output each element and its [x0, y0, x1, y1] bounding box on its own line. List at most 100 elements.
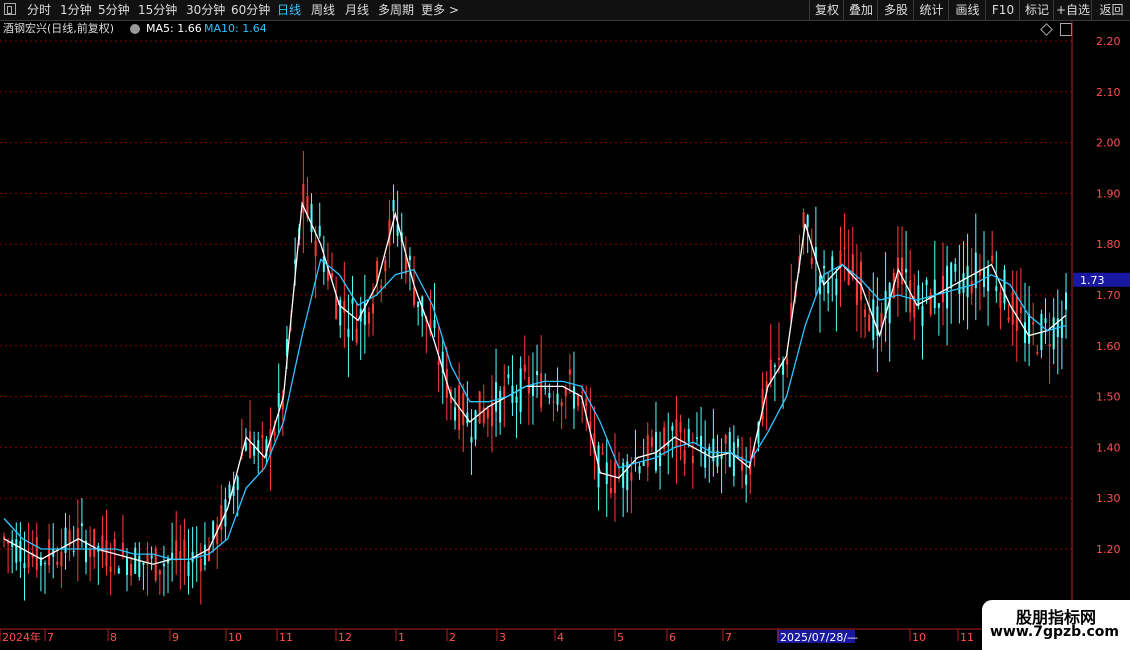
y-tick-label: 1.80: [1096, 238, 1121, 251]
candle-body: [351, 298, 354, 304]
candle-body: [60, 551, 63, 567]
toolbar-button-7[interactable]: +自选: [1053, 0, 1092, 20]
candle-body: [585, 398, 588, 407]
candle-body: [728, 431, 731, 467]
period-tab-7[interactable]: 周线: [311, 0, 335, 20]
candle-body: [408, 255, 411, 261]
period-tab-10[interactable]: 更多 >: [421, 0, 459, 20]
y-tick-label: 1.70: [1096, 289, 1121, 302]
candle-body: [687, 428, 690, 442]
x-tick-label: 2025/07/28/—: [780, 631, 858, 644]
candle-body: [347, 328, 350, 337]
candle-body: [503, 386, 506, 398]
y-tick-label: 1.50: [1096, 391, 1121, 404]
kline-chart[interactable]: 2.20 2.10 2.00 1.90 1.80 1.70 1.60 1.50 1.40 1.30…: [0, 21, 1130, 650]
period-tab-2[interactable]: 5分钟: [98, 0, 130, 20]
x-tick-label: 10: [912, 631, 926, 644]
candle-body: [941, 275, 944, 303]
toolbar-button-5[interactable]: F10: [985, 0, 1020, 20]
candle-body: [72, 551, 75, 553]
candle-body: [987, 267, 990, 292]
candle-body: [150, 555, 153, 559]
candle-body: [536, 370, 539, 376]
candle-body: [1036, 352, 1039, 354]
candle-body: [19, 540, 22, 562]
x-tick-label: 2024年: [2, 630, 41, 644]
candle-body: [486, 408, 489, 419]
candle-body: [212, 521, 215, 540]
candle-body: [121, 542, 124, 555]
candle-body: [773, 365, 776, 367]
candle-body: [720, 455, 723, 459]
toolbar-button-4[interactable]: 画线: [948, 0, 986, 20]
candle-body: [831, 256, 834, 271]
toolbar-button-3[interactable]: 统计: [913, 0, 949, 20]
candle-body: [474, 410, 477, 440]
candle-body: [724, 434, 727, 444]
candle-body: [1015, 294, 1018, 331]
y-tick-label: 2.00: [1096, 137, 1121, 150]
candle-body: [162, 563, 165, 567]
candle-body: [683, 449, 686, 464]
candle-body: [1032, 321, 1035, 325]
candle-body: [905, 269, 908, 273]
toolbar-button-8[interactable]: 返回: [1091, 0, 1130, 20]
candle-body: [966, 266, 969, 298]
period-tab-6[interactable]: 日线: [277, 0, 301, 20]
candle-body: [273, 432, 276, 436]
candle-body: [732, 442, 735, 476]
candle-body: [44, 563, 47, 565]
period-tab-4[interactable]: 30分钟: [186, 0, 225, 20]
candle-body: [921, 306, 924, 327]
candle-body: [827, 282, 830, 294]
candle-body: [671, 426, 674, 431]
candle-body: [495, 382, 498, 412]
candle-body: [117, 568, 120, 574]
candle-body: [220, 505, 223, 531]
toolbar-button-1[interactable]: 叠加: [843, 0, 878, 20]
candle-body: [35, 537, 38, 570]
ma-line-ma10: [3, 258, 1067, 560]
period-tab-0[interactable]: 分时: [27, 0, 51, 20]
period-tab-1[interactable]: 1分钟: [60, 0, 92, 20]
candle-body: [417, 301, 420, 308]
candle-body: [970, 281, 973, 294]
candle-body: [843, 247, 846, 250]
candle-body: [138, 555, 141, 577]
candle-body: [367, 312, 370, 324]
candle-body: [946, 265, 949, 309]
candle-body: [130, 564, 133, 576]
x-tick-label: 2: [449, 631, 456, 644]
toolbar-button-6[interactable]: 标记: [1019, 0, 1054, 20]
candle-body: [769, 359, 772, 383]
y-tick-label: 1.20: [1096, 543, 1121, 556]
candle-body: [605, 462, 608, 485]
period-tab-8[interactable]: 月线: [345, 0, 369, 20]
candle-body: [1028, 314, 1031, 344]
toolbar-button-2[interactable]: 多股: [877, 0, 914, 20]
period-tab-3[interactable]: 15分钟: [138, 0, 177, 20]
period-tab-9[interactable]: 多周期: [378, 0, 414, 20]
x-tick-label: 5: [617, 631, 624, 644]
candle-body: [753, 456, 756, 458]
candle-body: [236, 476, 239, 491]
candle-body: [568, 369, 571, 375]
candle-body: [277, 393, 280, 407]
candle-body: [609, 488, 612, 493]
candle-body: [954, 263, 957, 272]
panel-toggle-icon[interactable]: [4, 3, 16, 15]
y-tick-label: 2.20: [1096, 35, 1121, 48]
candle-body: [80, 523, 83, 527]
candle-body: [175, 540, 178, 561]
x-tick-label: 9: [172, 631, 179, 644]
candle-body: [1060, 319, 1063, 338]
period-tab-5[interactable]: 60分钟: [231, 0, 270, 20]
toolbar-button-0[interactable]: 复权: [809, 0, 844, 20]
y-tick-label: 1.60: [1096, 340, 1121, 353]
candle-body: [355, 328, 358, 343]
candle-body: [56, 561, 59, 566]
candle-body: [995, 286, 998, 292]
candle-body: [179, 551, 182, 560]
candle-body: [531, 383, 534, 396]
x-tick-label: 4: [557, 631, 564, 644]
